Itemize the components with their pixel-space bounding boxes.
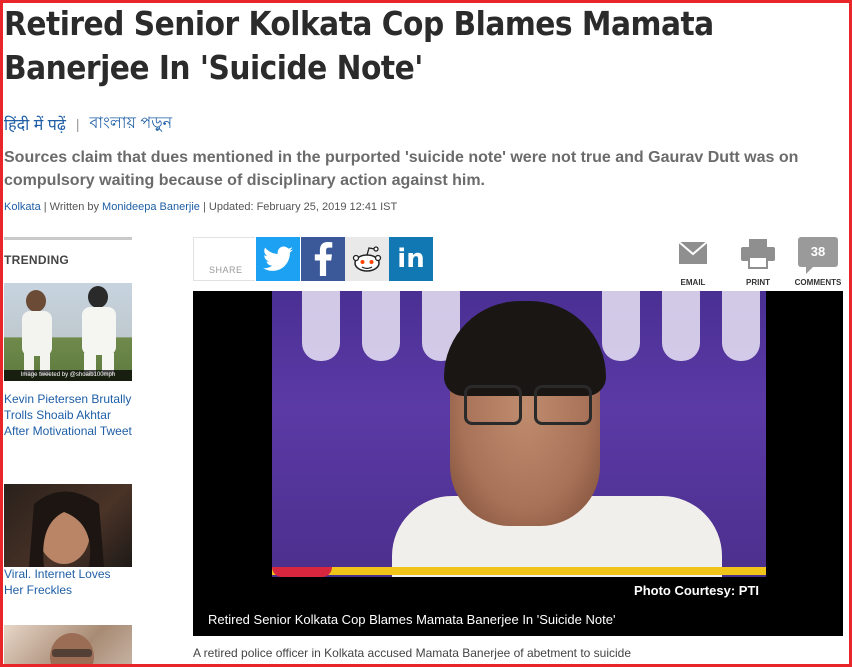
- facebook-icon: [314, 242, 333, 276]
- trending-thumbnail-cricket[interactable]: Image tweeted by @shoaib100mph: [4, 283, 132, 381]
- hero-photo: [272, 291, 766, 577]
- cricketers-illustration: [22, 286, 116, 375]
- envelope-icon: [678, 241, 708, 264]
- written-by-text: | Written by: [40, 201, 103, 213]
- glasses: [464, 385, 592, 425]
- hero-image[interactable]: Photo Courtesy: PTI Retired Senior Kolka…: [193, 291, 843, 636]
- photo-credit: Photo Courtesy: PTI: [634, 583, 759, 598]
- language-links: हिंदी में पढ़ें | বাংলায় পড়ুন: [4, 110, 172, 137]
- comments-label: COMMENTS: [794, 278, 842, 287]
- trending-link-freckles[interactable]: Viral. Internet Loves Her Freckles: [4, 566, 132, 598]
- article-byline: Kolkata | Written by Monideepa Banerjie …: [4, 201, 397, 213]
- read-in-bengali-link[interactable]: বাংলায় পড়ুন: [89, 110, 172, 137]
- twitter-share-button[interactable]: [256, 237, 300, 281]
- email-button[interactable]: EMAIL: [674, 237, 712, 287]
- reddit-icon: [352, 246, 382, 272]
- linkedin-share-button[interactable]: in: [389, 237, 433, 281]
- printer-icon: [741, 239, 775, 269]
- updated-time: | Updated: February 25, 2019 12:41 IST: [199, 201, 398, 213]
- article-first-line: A retired police officer in Kolkata accu…: [193, 646, 632, 660]
- trending-link-pietersen[interactable]: Kevin Pietersen Brutally Trolls Shoaib A…: [4, 391, 132, 439]
- portrait-illustration: [29, 491, 104, 567]
- share-label: SHARE: [209, 265, 243, 275]
- comments-button[interactable]: 38 COMMENTS: [793, 237, 843, 287]
- read-in-hindi-link[interactable]: हिंदी में पढ़ें: [4, 113, 66, 135]
- comment-count-badge: 38: [798, 237, 838, 274]
- email-label: EMAIL: [680, 278, 706, 287]
- author-link[interactable]: Monideepa Banerjie: [102, 201, 200, 213]
- print-button[interactable]: PRINT: [738, 237, 778, 287]
- language-separator: |: [75, 115, 80, 132]
- trending-heading: TRENDING: [4, 253, 70, 267]
- portrait-illustration-2: [50, 633, 94, 667]
- linkedin-icon: in: [397, 244, 425, 274]
- trending-thumbnail-freckles[interactable]: [4, 484, 132, 567]
- trending-thumbnail-third[interactable]: [4, 625, 132, 667]
- article-summary: Sources claim that dues mentioned in the…: [4, 149, 799, 189]
- print-label: PRINT: [746, 278, 770, 287]
- podium-red-mark: [272, 567, 332, 577]
- podium-strip: [272, 567, 766, 575]
- thumbnail-caption: Image tweeted by @shoaib100mph: [4, 370, 132, 381]
- facebook-share-button[interactable]: [301, 237, 345, 281]
- reddit-share-button[interactable]: [345, 237, 389, 281]
- trending-divider: [4, 237, 132, 240]
- article-headline: Retired Senior Kolkata Cop Blames Mamata…: [4, 4, 714, 87]
- hero-caption: Retired Senior Kolkata Cop Blames Mamata…: [208, 612, 616, 627]
- twitter-icon: [263, 246, 293, 271]
- location-link[interactable]: Kolkata: [4, 201, 41, 213]
